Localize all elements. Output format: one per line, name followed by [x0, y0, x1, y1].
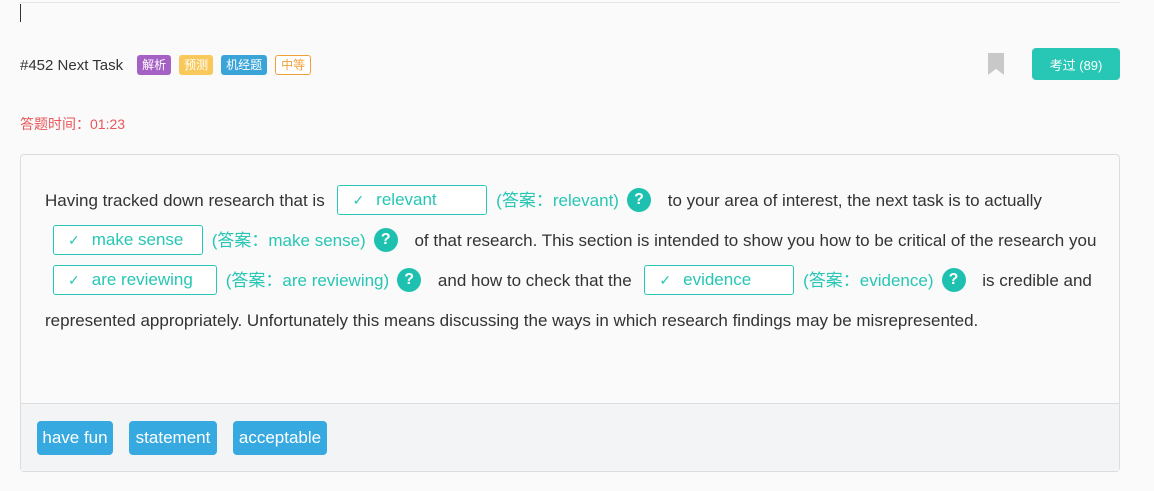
- word-bank: have fun statement acceptable: [21, 403, 1119, 471]
- help-icon[interactable]: ?: [397, 267, 422, 292]
- check-icon: ✓: [352, 191, 365, 208]
- tag-difficulty: 中等: [275, 55, 312, 75]
- question-card: Having tracked down research that is ✓ re…: [20, 154, 1120, 472]
- passage-text: Having tracked down research that is ✓ re…: [45, 181, 1105, 341]
- top-divider: [20, 2, 1120, 3]
- tag-prediction[interactable]: 预测: [179, 55, 214, 75]
- blank-value: relevant: [376, 189, 437, 209]
- answer-key: (答案：relevant): [496, 191, 619, 210]
- tag-machine-exam[interactable]: 机经题: [221, 55, 268, 75]
- word-option[interactable]: statement: [129, 421, 217, 455]
- passage-segment: to your area of interest, the next task …: [667, 191, 1042, 210]
- pass-count-button[interactable]: 考过 (89): [1032, 48, 1120, 80]
- check-icon: ✓: [659, 271, 672, 288]
- task-title: #452 Next Task: [20, 56, 124, 74]
- blank-value: evidence: [683, 269, 752, 289]
- word-option[interactable]: have fun: [37, 421, 113, 455]
- blank-3[interactable]: ✓ are reviewing: [53, 264, 217, 295]
- answer-key: (答案：evidence): [803, 271, 934, 290]
- word-option[interactable]: acceptable: [233, 421, 327, 455]
- answer-key: (答案：make sense): [211, 231, 366, 250]
- help-icon[interactable]: ?: [626, 187, 651, 212]
- passage-segment: Having tracked down research that is: [45, 191, 325, 210]
- passage-segment: of that research. This section is intend…: [414, 231, 1097, 250]
- help-icon[interactable]: ?: [373, 227, 398, 252]
- answer-key: (答案：are reviewing): [225, 271, 390, 290]
- check-icon: ✓: [68, 231, 80, 248]
- blank-4[interactable]: ✓ evidence: [644, 264, 795, 295]
- text-cursor: [20, 4, 21, 22]
- blank-1[interactable]: ✓ relevant: [337, 184, 488, 215]
- blank-value: make sense: [91, 229, 184, 249]
- blank-2[interactable]: ✓ make sense: [53, 224, 203, 255]
- blank-value: are reviewing: [91, 269, 193, 289]
- passage-segment: and how to check that the: [437, 271, 632, 290]
- bookmark-icon[interactable]: [988, 53, 1004, 75]
- answer-timer: 答题时间：01:23: [20, 116, 126, 132]
- task-header: #452 Next Task 解析 预测 机经题 中等: [20, 52, 319, 78]
- tag-analysis[interactable]: 解析: [137, 55, 172, 75]
- check-icon: ✓: [68, 271, 80, 288]
- help-icon[interactable]: ?: [941, 267, 966, 292]
